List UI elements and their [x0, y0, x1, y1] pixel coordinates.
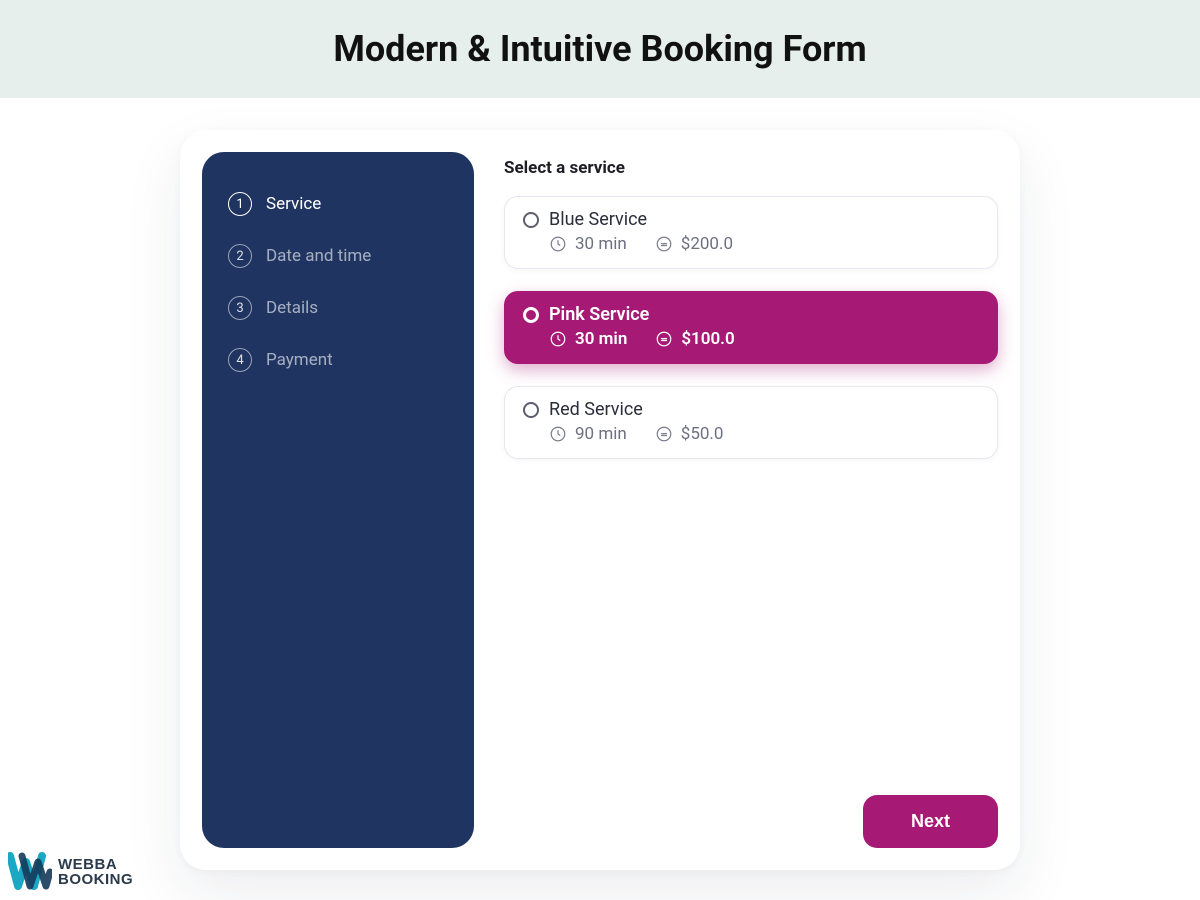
step-label: Service [266, 194, 321, 214]
brand-name-line2: BOOKING [58, 872, 133, 887]
service-duration: 90 min [549, 424, 627, 444]
radio-icon [523, 307, 539, 323]
service-option-blue[interactable]: Blue Service 30 min $200.0 [504, 196, 998, 269]
service-name: Blue Service [549, 209, 647, 230]
stage: 1 Service 2 Date and time 3 Details 4 Pa… [0, 98, 1200, 900]
logo-icon [8, 852, 52, 892]
service-name: Pink Service [549, 304, 649, 325]
next-button[interactable]: Next [863, 795, 998, 848]
step-service[interactable]: 1 Service [226, 182, 450, 226]
step-number-icon: 4 [228, 348, 252, 372]
service-price: $200.0 [655, 234, 733, 254]
radio-icon [523, 212, 539, 228]
main-panel: Select a service Blue Service 30 min [504, 152, 998, 848]
price-icon [655, 235, 673, 253]
hero-title: Modern & Intuitive Booking Form [333, 28, 866, 70]
booking-card: 1 Service 2 Date and time 3 Details 4 Pa… [180, 130, 1020, 870]
steps-sidebar: 1 Service 2 Date and time 3 Details 4 Pa… [202, 152, 474, 848]
step-payment[interactable]: 4 Payment [226, 338, 450, 382]
radio-icon [523, 402, 539, 418]
service-option-pink[interactable]: Pink Service 30 min $100.0 [504, 291, 998, 364]
brand-name-line1: WEBBA [58, 857, 133, 872]
step-number-icon: 2 [228, 244, 252, 268]
service-duration: 30 min [549, 329, 627, 349]
clock-icon [549, 235, 567, 253]
step-datetime[interactable]: 2 Date and time [226, 234, 450, 278]
price-icon [655, 425, 673, 443]
step-label: Date and time [266, 246, 371, 266]
step-label: Details [266, 298, 318, 318]
price-icon [655, 330, 673, 348]
service-list: Blue Service 30 min $200.0 [504, 196, 998, 459]
service-price: $50.0 [655, 424, 724, 444]
service-name: Red Service [549, 399, 643, 420]
step-number-icon: 3 [228, 296, 252, 320]
clock-icon [549, 330, 567, 348]
step-label: Payment [266, 350, 333, 370]
step-details[interactable]: 3 Details [226, 286, 450, 330]
hero-banner: Modern & Intuitive Booking Form [0, 0, 1200, 98]
service-option-red[interactable]: Red Service 90 min $50.0 [504, 386, 998, 459]
service-price: $100.0 [655, 329, 734, 349]
step-number-icon: 1 [228, 192, 252, 216]
clock-icon [549, 425, 567, 443]
section-title: Select a service [504, 158, 998, 178]
service-duration: 30 min [549, 234, 627, 254]
brand-logo: WEBBA BOOKING [8, 852, 133, 892]
